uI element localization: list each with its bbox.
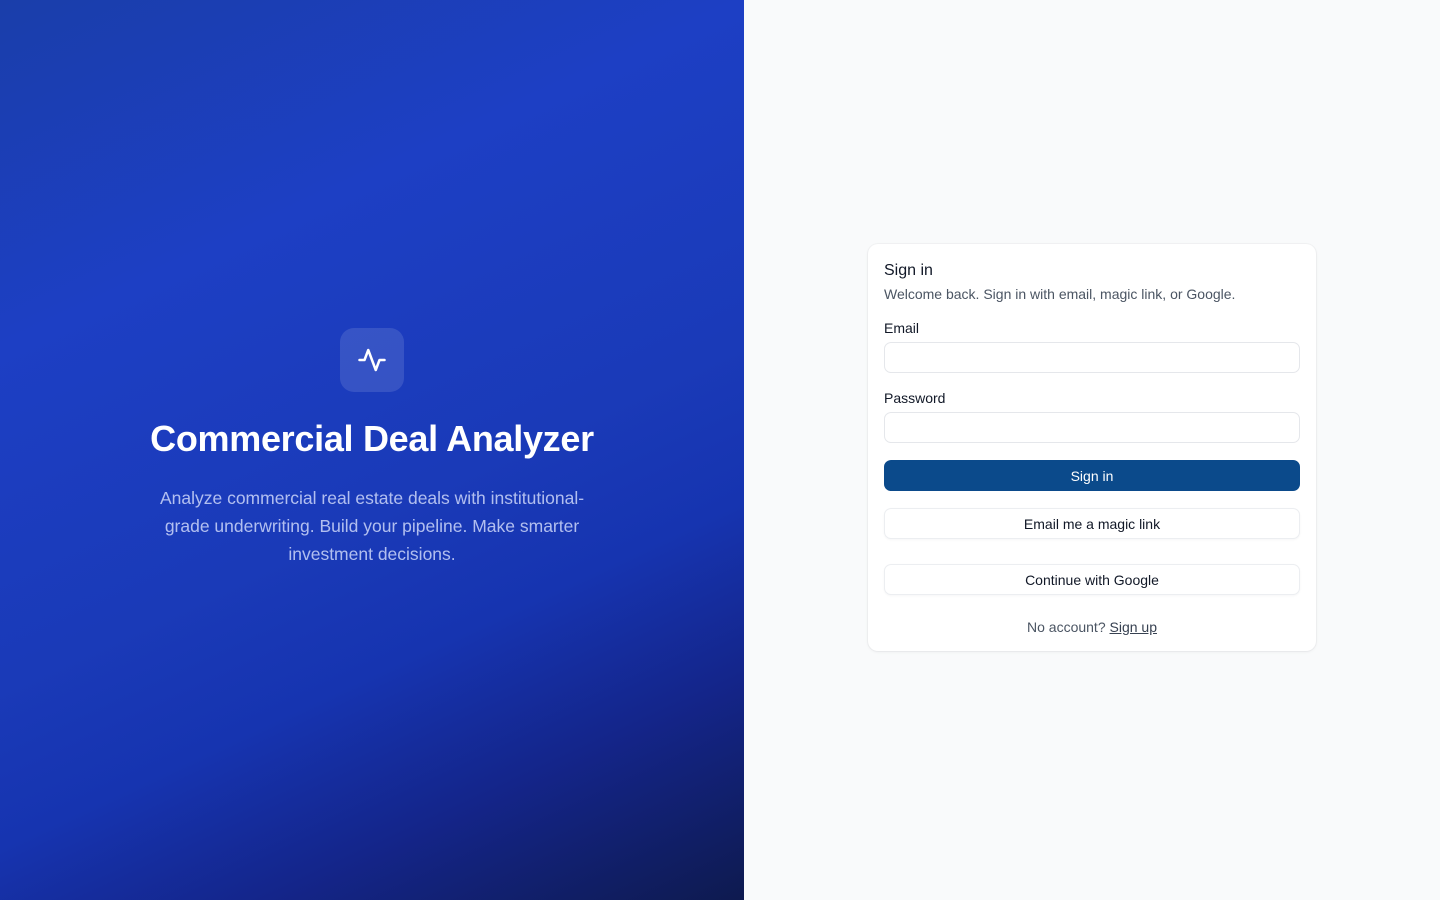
signin-card: Sign in Welcome back. Sign in with email…: [868, 244, 1316, 651]
app-logo: [340, 328, 404, 392]
signin-subtitle: Welcome back. Sign in with email, magic …: [884, 286, 1236, 302]
signin-title: Sign in: [884, 262, 933, 279]
password-field-group: Password: [884, 390, 1300, 443]
hero-content: Commercial Deal Analyzer Analyze commerc…: [142, 328, 602, 568]
email-label: Email: [884, 320, 920, 336]
no-account-text: No account?: [1027, 619, 1106, 635]
auth-panel: Sign in Welcome back. Sign in with email…: [744, 0, 1440, 900]
signup-prompt: No account? Sign up: [884, 619, 1300, 635]
password-input[interactable]: [884, 412, 1300, 443]
magic-link-button[interactable]: Email me a magic link: [884, 508, 1300, 539]
email-field-group: Email: [884, 320, 1300, 373]
hero-panel: Commercial Deal Analyzer Analyze commerc…: [0, 0, 744, 900]
email-input[interactable]: [884, 342, 1300, 373]
google-signin-button[interactable]: Continue with Google: [884, 564, 1300, 595]
hero-title: Commercial Deal Analyzer: [150, 418, 594, 459]
password-label: Password: [884, 390, 946, 406]
activity-pulse-icon: [358, 348, 386, 372]
sign-in-button[interactable]: Sign in: [884, 460, 1300, 491]
hero-description: Analyze commercial real estate deals wit…: [159, 488, 585, 564]
login-page: Commercial Deal Analyzer Analyze commerc…: [0, 0, 1440, 900]
sign-up-link[interactable]: Sign up: [1110, 619, 1157, 635]
